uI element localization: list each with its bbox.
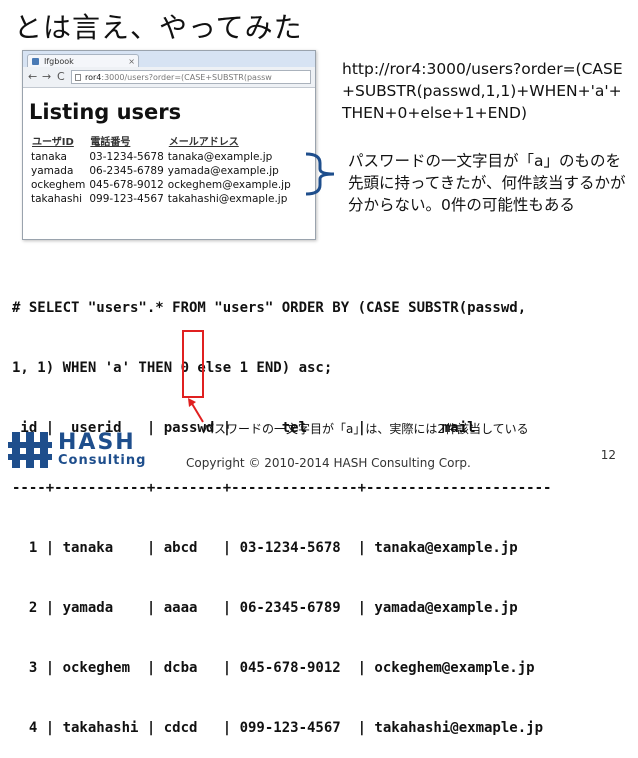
browser-window: Ifgbook × ← → C ror4:3000/users?order=(C… xyxy=(22,50,316,240)
attack-url-text: http://ror4:3000/users?order=(CASE+SUBST… xyxy=(342,60,623,122)
sql-line: 4 | takahashi | cdcd | 099-123-4567 | ta… xyxy=(12,720,544,736)
forward-arrow-icon[interactable]: → xyxy=(42,70,51,84)
sql-line: # SELECT "users".* FROM "users" ORDER BY… xyxy=(12,300,527,316)
sql-line: ----+-----------+--------+--------------… xyxy=(12,480,552,496)
cell-mail: ockeghem@example.jp xyxy=(167,179,291,191)
column-header-userid: ユーザID xyxy=(32,137,74,148)
cell-userid: yamada xyxy=(31,165,74,177)
url-host: ror4 xyxy=(85,73,102,82)
logo-subtitle: Consulting xyxy=(58,453,147,468)
back-arrow-icon[interactable]: ← xyxy=(28,70,37,84)
table-row: tanaka 03-1234-5678 tanaka@example.jp xyxy=(29,150,293,164)
column-header-mail: メールアドレス xyxy=(168,137,239,148)
table-row: ockeghem 045-678-9012 ockeghem@example.j… xyxy=(29,178,293,192)
cell-userid: ockeghem xyxy=(31,179,86,191)
url-path: :3000/users?order=(CASE+SUBSTR(passw xyxy=(101,73,272,82)
column-header-tel: 電話番号 xyxy=(90,137,131,148)
cell-mail: tanaka@example.jp xyxy=(167,151,273,163)
sql-line: 3 | ockeghem | dcba | 045-678-9012 | ock… xyxy=(12,660,535,676)
sql-line: 1, 1) WHEN 'a' THEN 0 else 1 END) asc; xyxy=(12,360,333,376)
logo-word: HASH xyxy=(58,430,136,455)
cell-userid: takahashi xyxy=(31,193,83,205)
users-table: ユーザID 電話番号 メールアドレス tanaka 03-1234-5678 t… xyxy=(29,132,293,206)
favicon-icon xyxy=(32,58,39,65)
browser-tab[interactable]: Ifgbook × xyxy=(27,54,139,67)
browser-toolbar: ← → C ror4:3000/users?order=(CASE+SUBSTR… xyxy=(23,67,315,88)
hash-logo-icon xyxy=(8,432,52,468)
curly-brace-icon xyxy=(305,152,335,196)
table-header-row: ユーザID 電話番号 メールアドレス xyxy=(29,132,293,150)
bottom-note: パスワードの一文字目が「a」は、実際には2件該当している xyxy=(202,422,529,436)
slide-title: とは言え、やってみた xyxy=(14,11,303,44)
cell-tel: 099-123-4567 xyxy=(89,193,164,205)
cell-mail: takahashi@exmaple.jp xyxy=(167,193,288,205)
address-bar[interactable]: ror4:3000/users?order=(CASE+SUBSTR(passw xyxy=(71,70,311,84)
explanation-note: パスワードの一文字目が「a」のものを先頭に持ってきたが、何件該当するかが分からな… xyxy=(348,152,626,214)
cell-tel: 06-2345-6789 xyxy=(89,165,164,177)
page-number: 12 xyxy=(600,448,616,462)
copyright: Copyright © 2010-2014 HASH Consulting Co… xyxy=(186,456,471,470)
reload-icon[interactable]: C xyxy=(57,70,65,84)
table-row: yamada 06-2345-6789 yamada@example.jp xyxy=(29,164,293,178)
table-row: takahashi 099-123-4567 takahashi@exmaple… xyxy=(29,192,293,206)
sql-line: 2 | yamada | aaaa | 06-2345-6789 | yamad… xyxy=(12,600,518,616)
cell-tel: 045-678-9012 xyxy=(89,179,164,191)
browser-tab-bar: Ifgbook × xyxy=(23,51,315,67)
cell-tel: 03-1234-5678 xyxy=(89,151,164,163)
page-content: Listing users ユーザID 電話番号 メールアドレス tanaka … xyxy=(23,88,315,212)
tab-title: Ifgbook xyxy=(44,57,74,66)
hash-logo: HASH Consulting xyxy=(6,428,146,472)
sql-line: 1 | tanaka | abcd | 03-1234-5678 | tanak… xyxy=(12,540,518,556)
sql-output: # SELECT "users".* FROM "users" ORDER BY… xyxy=(12,258,632,758)
cell-mail: yamada@example.jp xyxy=(167,165,279,177)
highlight-box xyxy=(182,330,204,398)
page-heading: Listing users xyxy=(29,100,182,124)
page-icon xyxy=(75,74,81,81)
cell-userid: tanaka xyxy=(31,151,67,163)
